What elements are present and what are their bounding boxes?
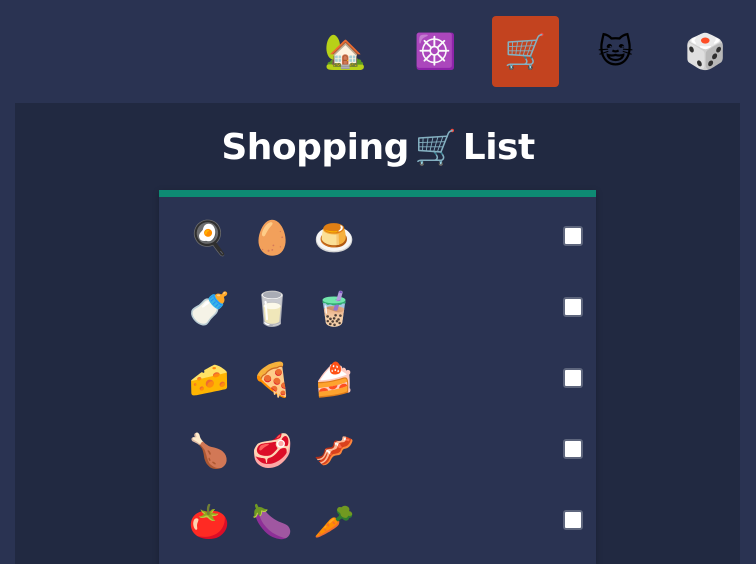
poultry-leg-icon: 🍗 — [188, 431, 230, 470]
row-checkbox[interactable] — [563, 439, 583, 459]
nav-home-button[interactable]: 🏡 — [312, 16, 379, 87]
row-checkbox[interactable] — [563, 368, 583, 388]
nav-cat-button[interactable]: 😺 — [582, 16, 649, 87]
glass-of-milk-icon: 🥛 — [251, 289, 293, 328]
meat-icon: 🥩 — [251, 431, 293, 470]
tomato-icon: 🍅 — [188, 502, 230, 541]
house-icon: 🏡 — [324, 31, 367, 72]
wheel-icon: ☸️ — [414, 31, 457, 72]
pizza-icon: 🍕 — [251, 360, 293, 399]
baby-bottle-icon: 🍼 — [188, 289, 230, 328]
shopping-list-card: 🍳 🥚 🍮 🍼 🥛 🧋 🧀 🍕 🍰 🍗 🥩 🥓 🍅 🍆 🥕 — [159, 190, 596, 564]
row-checkbox[interactable] — [563, 226, 583, 246]
dice-icon: 🎲 — [684, 31, 727, 72]
top-nav: 🏡 ☸️ 🛒 😺 🎲 — [0, 0, 756, 102]
shopping-cart-icon: 🛒 — [414, 128, 457, 168]
list-row: 🍅 🍆 🥕 — [159, 484, 596, 555]
fried-egg-pan-icon: 🍳 — [188, 218, 230, 257]
cat-icon: 😺 — [597, 31, 634, 72]
row-checkbox[interactable] — [563, 297, 583, 317]
carrot-icon: 🥕 — [313, 502, 355, 541]
egg-icon: 🥚 — [251, 218, 293, 257]
nav-dice-button[interactable]: 🎲 — [672, 16, 739, 87]
eggplant-icon: 🍆 — [251, 502, 293, 541]
cake-slice-icon: 🍰 — [313, 360, 355, 399]
list-row: 🍳 🥚 🍮 — [159, 200, 596, 271]
row-checkbox[interactable] — [563, 510, 583, 530]
title-word-list: List — [462, 127, 535, 168]
page-title: Shopping 🛒 List — [0, 120, 756, 176]
nav-wheel-button[interactable]: ☸️ — [402, 16, 469, 87]
bubble-tea-icon: 🧋 — [313, 289, 355, 328]
title-word-shopping: Shopping — [221, 127, 409, 168]
list-row: 🍼 🥛 🧋 — [159, 271, 596, 342]
cheese-icon: 🧀 — [188, 360, 230, 399]
list-row: 🍗 🥩 🥓 — [159, 413, 596, 484]
shopping-cart-icon: 🛒 — [504, 31, 547, 72]
list-row: 🧀 🍕 🍰 — [159, 342, 596, 413]
flan-pudding-icon: 🍮 — [313, 218, 355, 257]
bacon-icon: 🥓 — [313, 431, 355, 470]
nav-shopping-button[interactable]: 🛒 — [492, 16, 559, 87]
